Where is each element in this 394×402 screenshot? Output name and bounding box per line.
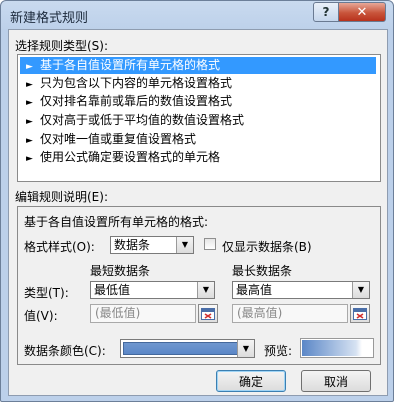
max-bar-header: 最长数据条 <box>232 264 293 278</box>
help-button[interactable]: ? <box>313 2 339 22</box>
preview-label: 预览: <box>264 344 293 358</box>
bar-color-label: 数据条颜色(C): <box>24 344 106 358</box>
rule-item-above-below-average[interactable]: ► 仅对高于或低于平均值的数值设置格式 <box>20 112 376 129</box>
close-button[interactable]: ✕ <box>338 2 386 22</box>
triangle-right-icon: ► <box>26 62 33 72</box>
rule-type-label: 选择规则类型(S): <box>15 39 109 53</box>
rule-item-label: 使用公式确定要设置格式的单元格 <box>40 150 221 164</box>
max-type-value: 最高值 <box>236 283 273 297</box>
min-value-input[interactable]: (最低值) <box>90 304 196 323</box>
rule-item-label: 基于各自值设置所有单元格的格式 <box>40 58 221 72</box>
min-bar-header: 最短数据条 <box>90 264 151 278</box>
triangle-right-icon: ► <box>26 80 33 90</box>
data-bar-preview <box>300 338 374 358</box>
edit-rule-panel: 基于各自值设置所有单元格的格式: 格式样式(O): 数据条 ▼ 仅显示数据条(B… <box>17 206 381 365</box>
rule-item-all-cells[interactable]: ► 基于各自值设置所有单元格的格式 <box>20 57 376 74</box>
triangle-right-icon: ► <box>26 136 33 146</box>
ok-button[interactable]: 确定 <box>216 370 286 392</box>
type-label: 类型(T): <box>24 286 69 300</box>
preview-bar <box>302 340 362 356</box>
dialog-title: 新建格式规则 <box>10 11 89 26</box>
min-value-range-picker-button[interactable] <box>198 304 218 323</box>
edit-rule-label: 编辑规则说明(E): <box>15 190 108 204</box>
bar-color-swatch <box>123 342 238 355</box>
rule-item-top-bottom[interactable]: ► 仅对排名靠前或靠后的数值设置格式 <box>20 93 376 110</box>
rule-item-label: 仅对排名靠前或靠后的数值设置格式 <box>40 94 233 108</box>
value-label: 值(V): <box>24 309 58 323</box>
chevron-down-icon[interactable]: ▼ <box>176 237 193 253</box>
rule-item-contains[interactable]: ► 只为包含以下内容的单元格设置格式 <box>20 75 376 92</box>
rule-item-formula[interactable]: ► 使用公式确定要设置格式的单元格 <box>20 149 376 166</box>
format-style-label: 格式样式(O): <box>24 240 95 254</box>
range-picker-icon <box>201 307 215 320</box>
max-value-range-picker-button[interactable] <box>350 304 370 323</box>
title-bar[interactable]: 新建格式规则 ? ✕ <box>1 1 393 29</box>
chevron-down-icon[interactable]: ▼ <box>237 340 254 357</box>
max-type-select[interactable]: 最高值 ▼ <box>232 281 370 299</box>
format-style-value: 数据条 <box>114 238 151 252</box>
rule-item-unique-duplicate[interactable]: ► 仅对唯一值或重复值设置格式 <box>20 131 376 148</box>
max-value-input[interactable]: (最高值) <box>232 304 348 323</box>
cancel-button[interactable]: 取消 <box>301 370 371 392</box>
rule-item-label: 只为包含以下内容的单元格设置格式 <box>40 76 233 90</box>
triangle-right-icon: ► <box>26 117 33 127</box>
rule-item-label: 仅对唯一值或重复值设置格式 <box>40 132 197 146</box>
rule-type-list[interactable]: ► 基于各自值设置所有单元格的格式 ► 只为包含以下内容的单元格设置格式 ► 仅对排名… <box>17 54 381 182</box>
edit-heading: 基于各自值设置所有单元格的格式: <box>24 215 209 229</box>
min-type-select[interactable]: 最低值 ▼ <box>90 281 215 299</box>
new-format-rule-dialog: 新建格式规则 ? ✕ 选择规则类型(S): ► 基于各自值设置所有单元格的格式 ►… <box>0 0 394 402</box>
range-picker-icon <box>353 307 367 320</box>
bar-color-picker[interactable]: ▼ <box>120 339 255 358</box>
dialog-client-area: 选择规则类型(S): ► 基于各自值设置所有单元格的格式 ► 只为包含以下内容的单元… <box>8 29 388 396</box>
rule-item-label: 仅对高于或低于平均值的数值设置格式 <box>40 113 245 127</box>
min-type-value: 最低值 <box>94 283 131 297</box>
chevron-down-icon[interactable]: ▼ <box>352 282 369 298</box>
triangle-right-icon: ► <box>26 154 33 164</box>
show-bar-only-checkbox[interactable] <box>204 238 216 250</box>
chevron-down-icon[interactable]: ▼ <box>197 282 214 298</box>
show-bar-only-label[interactable]: 仅显示数据条(B) <box>222 238 312 255</box>
triangle-right-icon: ► <box>26 98 33 108</box>
format-style-select[interactable]: 数据条 ▼ <box>110 236 194 254</box>
